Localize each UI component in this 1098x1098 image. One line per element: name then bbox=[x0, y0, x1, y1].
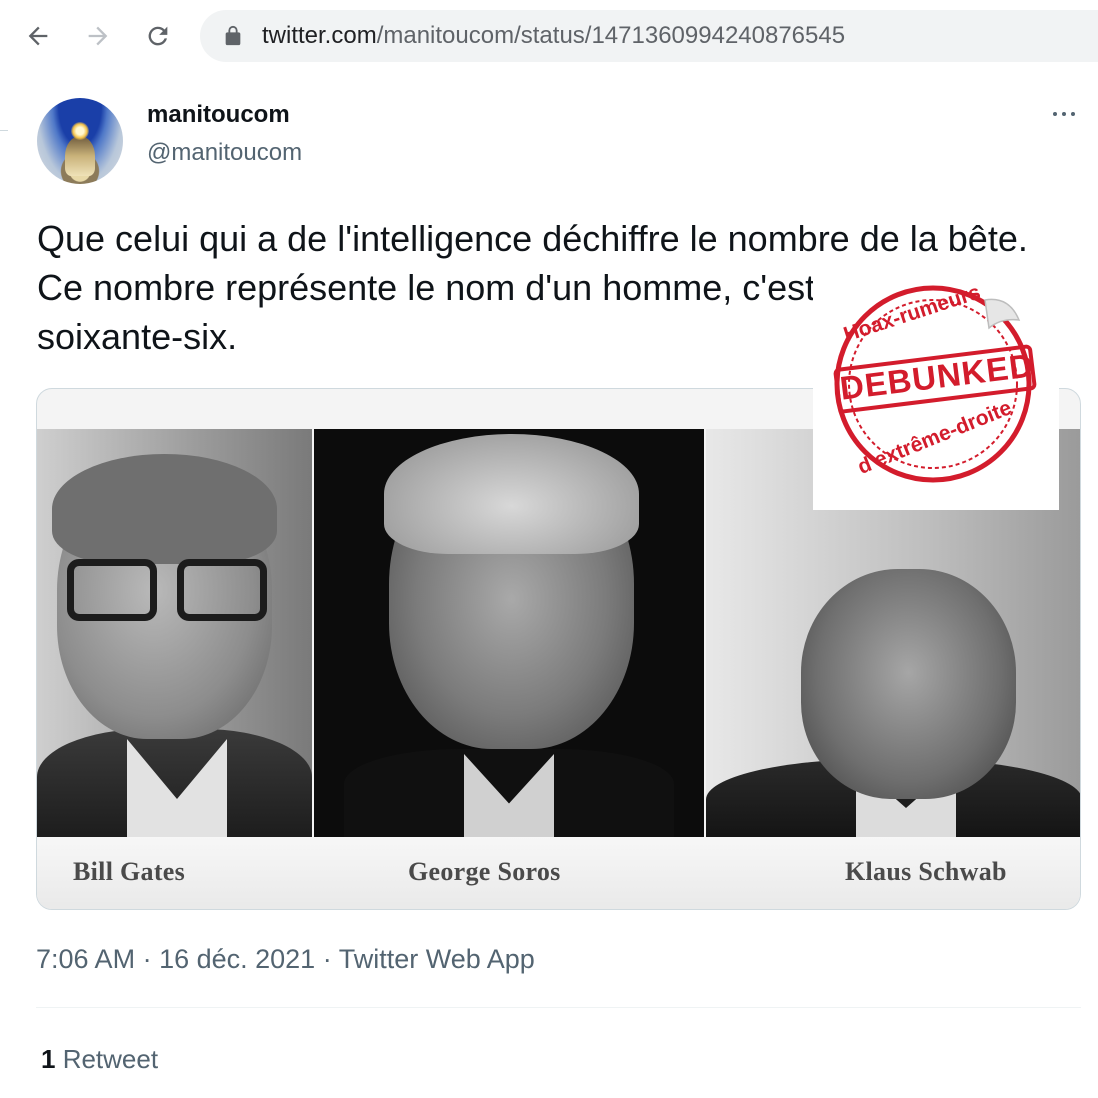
user-handle[interactable]: @manitoucom bbox=[147, 139, 302, 167]
caption-bar: Bill Gates George Soros Klaus Schwab bbox=[37, 837, 1080, 909]
avatar-figure bbox=[65, 136, 95, 176]
portrait-left bbox=[37, 429, 312, 837]
tweet-time[interactable]: 7:06 AM bbox=[36, 944, 135, 974]
retweet-label: Retweet bbox=[55, 1044, 159, 1074]
divider bbox=[36, 1007, 1081, 1008]
divider bbox=[0, 130, 8, 131]
portrait-center bbox=[314, 429, 704, 837]
meta-separator: · bbox=[315, 944, 339, 974]
retweet-stat[interactable]: 1 Retweet bbox=[41, 1044, 158, 1075]
back-arrow-icon[interactable] bbox=[20, 18, 56, 54]
caption-center: George Soros bbox=[408, 857, 561, 886]
tweet-meta: 7:06 AM · 16 déc. 2021 · Twitter Web App bbox=[36, 944, 535, 975]
tweet-date[interactable]: 16 déc. 2021 bbox=[159, 944, 315, 974]
tweet: manitoucom @manitoucom Que celui qui a d… bbox=[0, 72, 1098, 1098]
meta-separator: · bbox=[135, 944, 160, 974]
display-name[interactable]: manitoucom bbox=[147, 101, 290, 129]
lock-icon bbox=[225, 25, 241, 46]
tweet-source[interactable]: Twitter Web App bbox=[339, 944, 535, 974]
url-host: twitter.com bbox=[262, 22, 377, 49]
caption-left: Bill Gates bbox=[73, 857, 186, 886]
avatar[interactable] bbox=[37, 98, 123, 184]
url-text: twitter.com/manitoucom/status/1471360994… bbox=[262, 23, 845, 49]
retweet-count: 1 bbox=[41, 1044, 56, 1074]
forward-arrow-icon[interactable] bbox=[80, 18, 116, 54]
browser-toolbar: twitter.com/manitoucom/status/1471360994… bbox=[0, 0, 1098, 72]
address-bar[interactable]: twitter.com/manitoucom/status/1471360994… bbox=[200, 10, 1098, 62]
url-path: /manitoucom/status/1471360994240876545 bbox=[376, 22, 846, 49]
debunked-sticker: Hoax-rumeurs DEBUNKED d'extrême-droite bbox=[813, 266, 1059, 510]
reload-icon[interactable] bbox=[140, 18, 176, 54]
more-options-icon[interactable] bbox=[1046, 102, 1082, 126]
avatar-light bbox=[71, 122, 89, 140]
caption-right: Klaus Schwab bbox=[845, 857, 1007, 886]
